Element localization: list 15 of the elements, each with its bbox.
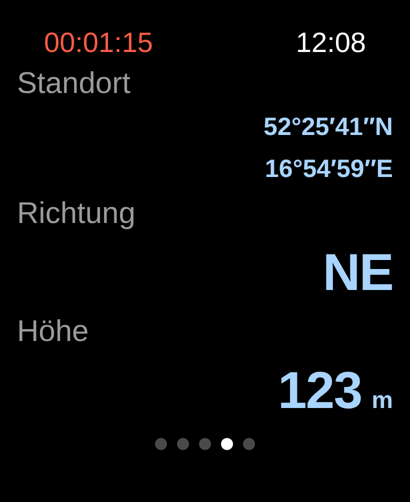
page-dot[interactable] [155, 438, 167, 450]
direction-value: NE [322, 243, 393, 304]
page-dot[interactable] [199, 438, 211, 450]
page-dot[interactable] [177, 438, 189, 450]
altitude-value: 123 [278, 361, 362, 422]
section-label: Höhe [17, 314, 90, 350]
workout-timer: 00:01:15 [44, 27, 153, 59]
clock-time: 12:08 [296, 27, 366, 59]
coordinate-value: 52°25′41″N [264, 112, 393, 143]
section-label: Richtung [17, 196, 136, 232]
unit-label: m [372, 387, 393, 415]
section-label: Standort [17, 66, 132, 102]
coordinate-value: 16°54′59″E [264, 154, 393, 185]
page-dot[interactable] [243, 438, 255, 450]
page-dot[interactable] [221, 438, 233, 450]
